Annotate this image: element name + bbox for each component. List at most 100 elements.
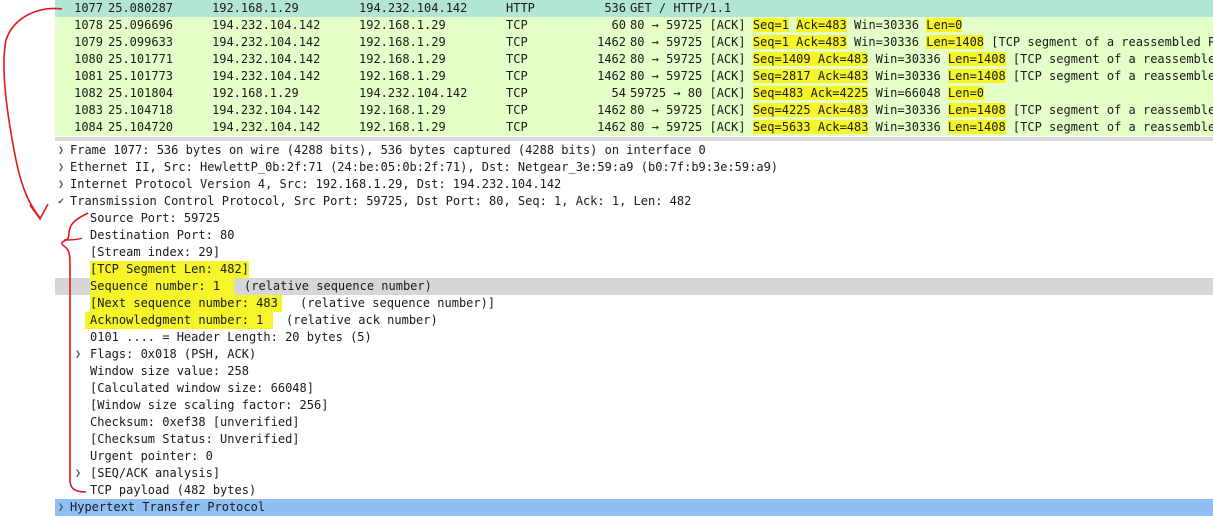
info-text: 80 → 59725 [ACK] xyxy=(630,52,753,66)
packet-length: 60 xyxy=(611,18,626,32)
packet-length: 1462 xyxy=(597,120,626,134)
tree-item-seq-ack-analysis[interactable]: ❯ [SEQ/ACK analysis] xyxy=(55,465,1213,482)
tree-item-window-scaling[interactable]: [Window size scaling factor: 256] xyxy=(55,397,1213,414)
ack-number-note: (relative ack number) xyxy=(286,313,438,327)
next-sequence-number: [Next sequence number: 483 xyxy=(90,295,282,312)
tree-item-frame[interactable]: ❯ Frame 1077: 536 bytes on wire (4288 bi… xyxy=(55,142,1213,159)
packet-length: 1462 xyxy=(597,69,626,83)
packet-length: 1462 xyxy=(597,52,626,66)
tree-item-tcp-payload[interactable]: TCP payload (482 bytes) xyxy=(55,482,1213,499)
packet-row[interactable]: 1077 25.080287 192.168.1.29 194.232.104.142… xyxy=(55,0,1213,17)
packet-time: 25.104718 xyxy=(108,103,174,117)
ip-summary: Internet Protocol Version 4, Src: 192.16… xyxy=(70,177,562,191)
tree-item-segment-len[interactable]: [TCP Segment Len: 482] xyxy=(55,261,1213,278)
packet-length: 1462 xyxy=(597,103,626,117)
header-length: 0101 .... = Header Length: 20 bytes (5) xyxy=(90,330,372,344)
packet-number: 1078 xyxy=(74,18,103,32)
highlighted-field: Seq=483 Ack=4225 xyxy=(752,86,869,100)
packet-row[interactable]: 1083 25.104718 194.232.104.142 192.168.1.29… xyxy=(55,102,1213,119)
tree-item-checksum[interactable]: Checksum: 0xef38 [unverified] xyxy=(55,414,1213,431)
packet-number: 1081 xyxy=(74,69,103,83)
packet-time: 25.101771 xyxy=(108,52,174,66)
ack-number: Acknowledgment number: 1 xyxy=(85,312,274,329)
packet-number: 1084 xyxy=(74,120,103,134)
expand-arrow-icon[interactable]: ❯ xyxy=(72,346,84,363)
info-text: [TCP segment of a reassembled PDU] xyxy=(984,35,1213,49)
tree-item-header-length[interactable]: 0101 .... = Header Length: 20 bytes (5) xyxy=(55,329,1213,346)
packet-destination: 194.232.104.142 xyxy=(359,86,468,100)
tree-item-ethernet[interactable]: ❯ Ethernet II, Src: HewlettP_0b:2f:71 (2… xyxy=(55,159,1213,176)
highlighted-field: Seq=4225 Ack=483 xyxy=(752,103,869,117)
expand-arrow-icon[interactable]: ❯ xyxy=(55,499,67,516)
packet-info: 80 → 59725 [ACK] Seq=4225 Ack=483 Win=30… xyxy=(630,102,1213,119)
stream-index: [Stream index: 29] xyxy=(90,245,221,259)
tcp-payload: TCP payload (482 bytes) xyxy=(90,483,257,497)
tree-item-ip[interactable]: ❯ Internet Protocol Version 4, Src: 192.… xyxy=(55,176,1213,193)
tree-item-calc-window[interactable]: [Calculated window size: 66048] xyxy=(55,380,1213,397)
highlighted-field: Len=0 xyxy=(947,86,985,100)
tree-item-window-size[interactable]: Window size value: 258 xyxy=(55,363,1213,380)
packet-protocol: TCP xyxy=(506,86,528,100)
info-text: Win=30336 xyxy=(846,35,927,49)
tcp-summary: Transmission Control Protocol, Src Port:… xyxy=(70,194,692,208)
tree-item-next-sequence-number[interactable]: [Next sequence number: 483 (relative seq… xyxy=(55,295,1213,312)
tree-item-source-port[interactable]: Source Port: 59725 xyxy=(55,210,1213,227)
expand-arrow-icon[interactable]: ❯ xyxy=(55,142,67,159)
tree-item-destination-port[interactable]: Destination Port: 80 xyxy=(55,227,1213,244)
packet-list: 1077 25.080287 192.168.1.29 194.232.104.142… xyxy=(55,0,1213,136)
packet-details-tree: ❯ Frame 1077: 536 bytes on wire (4288 bi… xyxy=(55,141,1213,518)
info-text: 80 → 59725 [ACK] xyxy=(630,18,753,32)
tree-item-http[interactable]: ❯ Hypertext Transfer Protocol xyxy=(55,499,1213,516)
info-text: 59725 → 80 [ACK] xyxy=(630,86,753,100)
checksum: Checksum: 0xef38 [unverified] xyxy=(90,415,300,429)
packet-row[interactable]: 1080 25.101771 194.232.104.142 192.168.1.29… xyxy=(55,51,1213,68)
packet-row[interactable]: 1079 25.099633 194.232.104.142 192.168.1.29… xyxy=(55,34,1213,51)
highlighted-field: Seq=1 Ack=483 xyxy=(752,35,847,49)
highlighted-field: Seq=2817 Ack=483 xyxy=(752,69,869,83)
tree-item-stream-index[interactable]: [Stream index: 29] xyxy=(55,244,1213,261)
packet-time: 25.099633 xyxy=(108,35,174,49)
packet-row[interactable]: 1078 25.096696 194.232.104.142 192.168.1.29… xyxy=(55,17,1213,34)
info-text: 80 → 59725 [ACK] xyxy=(630,120,753,134)
highlighted-field: Seq=1409 Ack=483 xyxy=(752,52,869,66)
packet-number: 1079 xyxy=(74,35,103,49)
highlighted-field: Len=1408 xyxy=(947,52,1006,66)
packet-source: 194.232.104.142 xyxy=(212,18,321,32)
packet-source: 192.168.1.29 xyxy=(212,1,299,15)
info-text: Win=30336 xyxy=(846,18,927,32)
info-text: 80 → 59725 [ACK] xyxy=(630,69,753,83)
tree-item-tcp[interactable]: ✔ Transmission Control Protocol, Src Por… xyxy=(55,193,1213,210)
packet-info: GET / HTTP/1.1 xyxy=(630,0,731,17)
packet-length: 54 xyxy=(611,86,626,100)
packet-source: 192.168.1.29 xyxy=(212,86,299,100)
packet-protocol: TCP xyxy=(506,52,528,66)
packet-info: 80 → 59725 [ACK] Seq=1 Ack=483 Win=30336… xyxy=(630,34,1213,51)
tree-item-urgent-pointer[interactable]: Urgent pointer: 0 xyxy=(55,448,1213,465)
tree-item-flags[interactable]: ❯ Flags: 0x018 (PSH, ACK) xyxy=(55,346,1213,363)
expand-arrow-icon[interactable]: ❯ xyxy=(72,465,84,482)
calculated-window-size: [Calculated window size: 66048] xyxy=(90,381,314,395)
expand-arrow-icon[interactable]: ❯ xyxy=(55,176,67,193)
info-text: [TCP segment of a reassembled PDU] xyxy=(1012,69,1213,83)
packet-protocol: TCP xyxy=(506,18,528,32)
tree-item-checksum-status[interactable]: [Checksum Status: Unverified] xyxy=(55,431,1213,448)
info-text: [TCP segment of a reassembled PDU] xyxy=(1012,103,1213,117)
http-summary: Hypertext Transfer Protocol xyxy=(70,500,266,514)
info-text: Win=30336 xyxy=(868,120,948,134)
packet-row[interactable]: 1081 25.101773 194.232.104.142 192.168.1.29… xyxy=(55,68,1213,85)
info-text: Win=66048 xyxy=(868,86,948,100)
info-text: GET / HTTP/1.1 xyxy=(630,1,732,15)
packet-protocol: HTTP xyxy=(506,1,535,15)
packet-row[interactable]: 1082 25.101804 192.168.1.29 194.232.104.142… xyxy=(55,85,1213,102)
packet-time: 25.096696 xyxy=(108,18,174,32)
info-text: [TCP segment of a reassembled PDU] xyxy=(1012,120,1213,134)
expand-arrow-icon[interactable]: ❯ xyxy=(55,159,67,176)
collapse-arrow-icon[interactable]: ✔ xyxy=(55,193,67,210)
tree-item-ack-number[interactable]: Acknowledgment number: 1 (relative ack n… xyxy=(55,312,1213,329)
packet-destination: 192.168.1.29 xyxy=(359,69,446,83)
packet-number: 1083 xyxy=(74,103,103,117)
packet-destination: 192.168.1.29 xyxy=(359,18,446,32)
highlighted-field: Len=1408 xyxy=(926,35,985,49)
tree-item-sequence-number[interactable]: Sequence number: 1 (relative sequence nu… xyxy=(55,278,1213,295)
packet-row[interactable]: 1084 25.104720 194.232.104.142 192.168.1.29… xyxy=(55,119,1213,136)
